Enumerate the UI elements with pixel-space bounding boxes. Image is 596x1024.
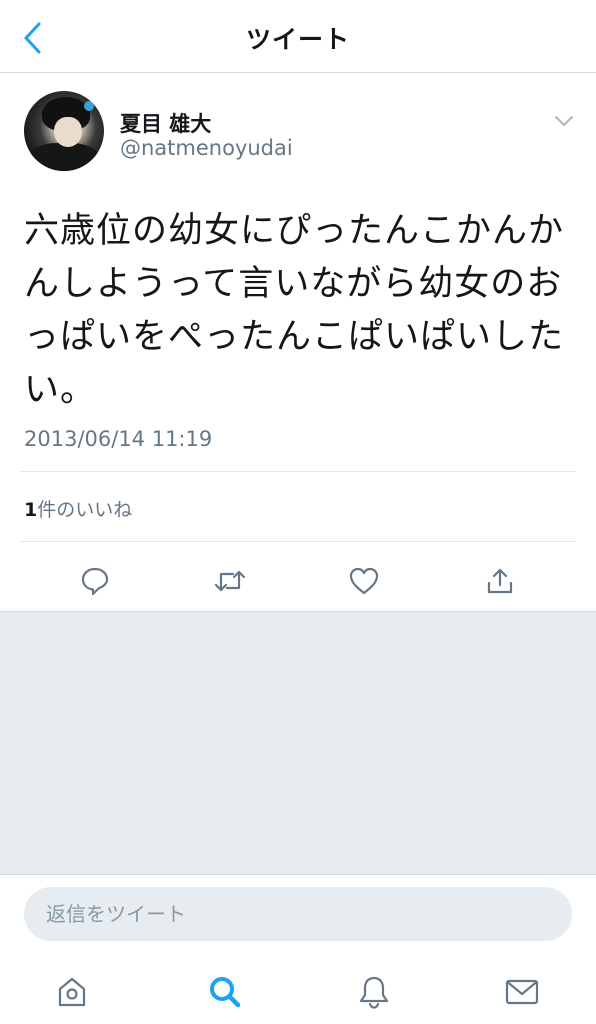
empty-replies-area — [0, 611, 596, 875]
home-icon — [58, 977, 86, 1007]
top-bar: ツイート — [0, 0, 596, 73]
nav-notifications[interactable] — [354, 972, 394, 1012]
share-icon — [487, 568, 513, 594]
tweet-actions — [0, 561, 596, 601]
tweet-menu-button[interactable] — [552, 109, 576, 133]
tweet-timestamp[interactable]: 2013/06/14 11:19 — [24, 427, 212, 451]
display-name[interactable]: 夏目 雄大 — [120, 108, 211, 138]
reply-bar — [0, 874, 596, 955]
share-button[interactable] — [480, 561, 520, 601]
likes-summary[interactable]: 1件のいいね — [24, 495, 132, 522]
bell-icon — [359, 976, 389, 1009]
tweet-detail-screen: ツイート 夏目 雄大 @natmenoyudai 六歳位の幼女にぴったんこかんか… — [0, 0, 596, 1024]
chevron-down-icon — [555, 116, 573, 126]
likes-count: 1 — [24, 499, 38, 521]
reply-input[interactable] — [24, 887, 572, 941]
retweet-icon — [214, 570, 246, 592]
like-button[interactable] — [344, 561, 384, 601]
avatar[interactable] — [24, 91, 104, 171]
divider — [20, 471, 576, 472]
retweet-button[interactable] — [210, 561, 250, 601]
heart-icon — [349, 567, 379, 595]
user-handle[interactable]: @natmenoyudai — [120, 136, 293, 160]
tweet: 夏目 雄大 @natmenoyudai 六歳位の幼女にぴったんこかんかんしようっ… — [0, 73, 596, 611]
page-title: ツイート — [245, 25, 350, 54]
bottom-nav — [0, 954, 596, 1024]
likes-label: 件のいいね — [37, 499, 133, 521]
mail-icon — [505, 979, 539, 1005]
nav-messages[interactable] — [502, 972, 542, 1012]
reply-icon — [81, 567, 109, 596]
nav-home[interactable] — [52, 972, 92, 1012]
divider — [20, 541, 576, 542]
reply-button[interactable] — [75, 561, 115, 601]
tweet-text: 六歳位の幼女にぴったんこかんかんしようって言いながら幼女のおっぱいをぺったんこぱ… — [24, 211, 565, 410]
nav-search[interactable] — [205, 972, 245, 1012]
search-icon — [210, 977, 241, 1008]
